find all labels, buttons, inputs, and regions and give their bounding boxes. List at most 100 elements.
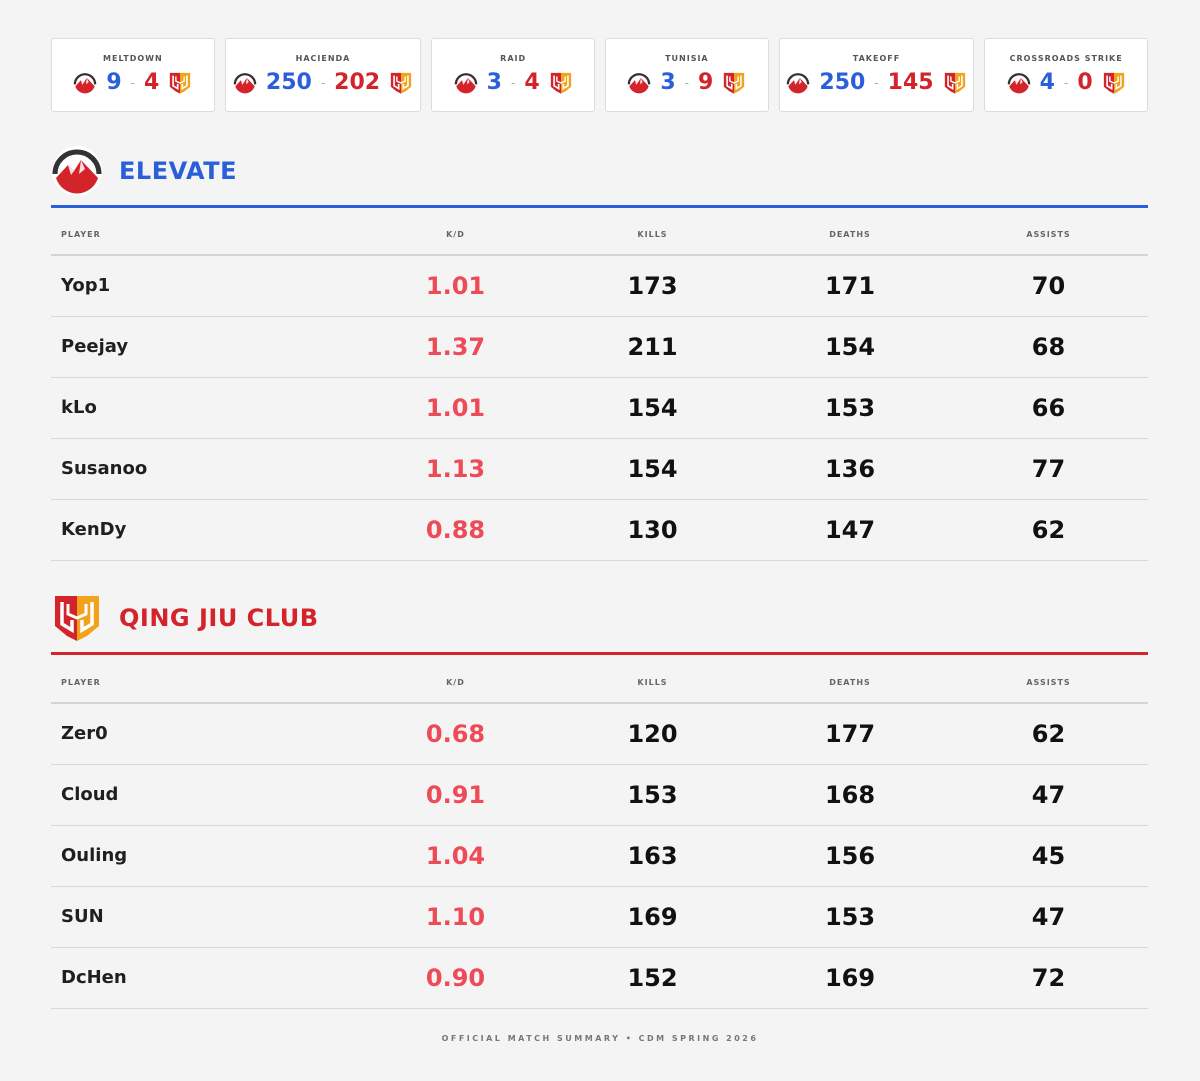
player-kd: 1.01	[357, 255, 554, 317]
player-kills: 173	[554, 255, 751, 317]
player-assists: 70	[949, 255, 1148, 317]
player-kills: 153	[554, 764, 751, 826]
score-team-a: 3	[486, 70, 502, 95]
score-team-b: 145	[887, 70, 934, 95]
team-a-name: ELEVATE	[119, 157, 238, 185]
qing-jiu-logo-icon	[549, 71, 573, 95]
column-header-assists: ASSISTS	[949, 215, 1148, 256]
player-name: Peejay	[51, 316, 357, 378]
player-kills: 211	[554, 316, 751, 378]
elevate-logo-icon	[454, 71, 478, 95]
table-header-row: PLAYER K/D KILLS DEATHS ASSISTS	[51, 215, 1148, 256]
map-card: RAID 3-4	[431, 38, 595, 112]
player-assists: 45	[949, 825, 1148, 887]
elevate-logo-icon	[1007, 71, 1031, 95]
player-name: KenDy	[51, 499, 357, 561]
map-scores-bar: MELTDOWN 9-4 HACIENDA 250-202 RAID 3-4 TUNISIA…	[51, 38, 1148, 112]
player-kd: 0.91	[357, 764, 554, 826]
elevate-logo-icon	[786, 71, 810, 95]
score-separator: -	[874, 75, 879, 90]
column-header-deaths: DEATHS	[751, 215, 949, 256]
score-team-a: 250	[819, 70, 866, 95]
footer-caption: OFFICIAL MATCH SUMMARY • CDM SPRING 2026	[441, 1034, 759, 1043]
score-separator: -	[130, 75, 136, 90]
player-assists: 77	[949, 438, 1148, 500]
score-team-a: 3	[660, 70, 676, 95]
player-deaths: 136	[751, 438, 949, 500]
elevate-logo-icon	[73, 71, 97, 95]
player-assists: 72	[949, 947, 1148, 1009]
score-team-b: 9	[698, 70, 714, 95]
map-card: HACIENDA 250-202	[224, 38, 422, 112]
player-kills: 120	[554, 703, 751, 765]
map-name: CROSSROADS STRIKE	[1009, 54, 1123, 63]
player-assists: 47	[949, 764, 1148, 826]
elevate-logo-icon	[51, 145, 103, 197]
qing-jiu-logo-icon	[389, 71, 413, 95]
map-card: TUNISIA 3-9	[605, 38, 769, 112]
map-name: MELTDOWN	[103, 54, 163, 63]
player-name: Cloud	[51, 764, 357, 826]
player-kills: 169	[554, 886, 751, 948]
player-deaths: 171	[751, 255, 949, 317]
table-row: SUN 1.10 169 153 47	[51, 886, 1148, 948]
map-name: TAKEOFF	[852, 54, 901, 63]
map-score: 4-0	[1007, 70, 1126, 95]
table-row: KenDy 0.88 130 147 62	[51, 499, 1148, 561]
player-name: Zer0	[51, 703, 357, 765]
player-name: SUN	[51, 886, 357, 948]
score-team-b: 4	[524, 70, 540, 95]
player-assists: 66	[949, 377, 1148, 439]
map-score: 9-4	[73, 70, 192, 95]
player-kd: 0.88	[357, 499, 554, 561]
column-header-assists: ASSISTS	[949, 663, 1148, 704]
score-team-a: 4	[1039, 70, 1055, 95]
player-kills: 154	[554, 377, 751, 439]
player-kills: 154	[554, 438, 751, 500]
score-team-b: 202	[334, 70, 381, 95]
player-deaths: 153	[751, 886, 949, 948]
player-deaths: 168	[751, 764, 949, 826]
team-a-divider	[51, 205, 1148, 208]
column-header-kd: K/D	[357, 215, 554, 256]
elevate-logo-icon	[233, 71, 257, 95]
score-team-b: 0	[1077, 70, 1093, 95]
score-separator: -	[684, 75, 690, 90]
player-assists: 47	[949, 886, 1148, 948]
qing-jiu-logo-icon	[943, 71, 967, 95]
column-header-kills: KILLS	[554, 663, 751, 704]
qing-jiu-logo-icon	[722, 71, 746, 95]
player-kills: 130	[554, 499, 751, 561]
map-name: HACIENDA	[295, 54, 351, 63]
player-deaths: 156	[751, 825, 949, 887]
player-name: DcHen	[51, 947, 357, 1009]
score-team-b: 4	[144, 70, 160, 95]
player-deaths: 169	[751, 947, 949, 1009]
table-header-row: PLAYER K/D KILLS DEATHS ASSISTS	[51, 663, 1148, 704]
team-b-stats-table: PLAYER K/D KILLS DEATHS ASSISTS Zer0 0.68…	[51, 663, 1148, 1009]
player-deaths: 147	[751, 499, 949, 561]
table-row: Cloud 0.91 153 168 47	[51, 764, 1148, 826]
player-assists: 62	[949, 499, 1148, 561]
player-kills: 152	[554, 947, 751, 1009]
table-row: kLo 1.01 154 153 66	[51, 377, 1148, 439]
map-score: 250-145	[786, 70, 966, 95]
table-row: Susanoo 1.13 154 136 77	[51, 438, 1148, 500]
table-row: DcHen 0.90 152 169 72	[51, 947, 1148, 1009]
map-score: 3-4	[454, 70, 573, 95]
player-assists: 68	[949, 316, 1148, 378]
player-deaths: 153	[751, 377, 949, 439]
map-card: MELTDOWN 9-4	[51, 38, 215, 112]
column-header-deaths: DEATHS	[751, 663, 949, 704]
column-header-player: PLAYER	[51, 663, 357, 704]
column-header-player: PLAYER	[51, 215, 357, 256]
player-kd: 1.10	[357, 886, 554, 948]
team-b-divider	[51, 652, 1148, 655]
map-card: CROSSROADS STRIKE 4-0	[984, 38, 1148, 112]
player-name: Yop1	[51, 255, 357, 317]
score-separator: -	[510, 75, 516, 90]
map-score: 3-9	[627, 70, 746, 95]
map-name: RAID	[500, 54, 527, 63]
score-team-a: 9	[106, 70, 122, 95]
player-kd: 0.90	[357, 947, 554, 1009]
